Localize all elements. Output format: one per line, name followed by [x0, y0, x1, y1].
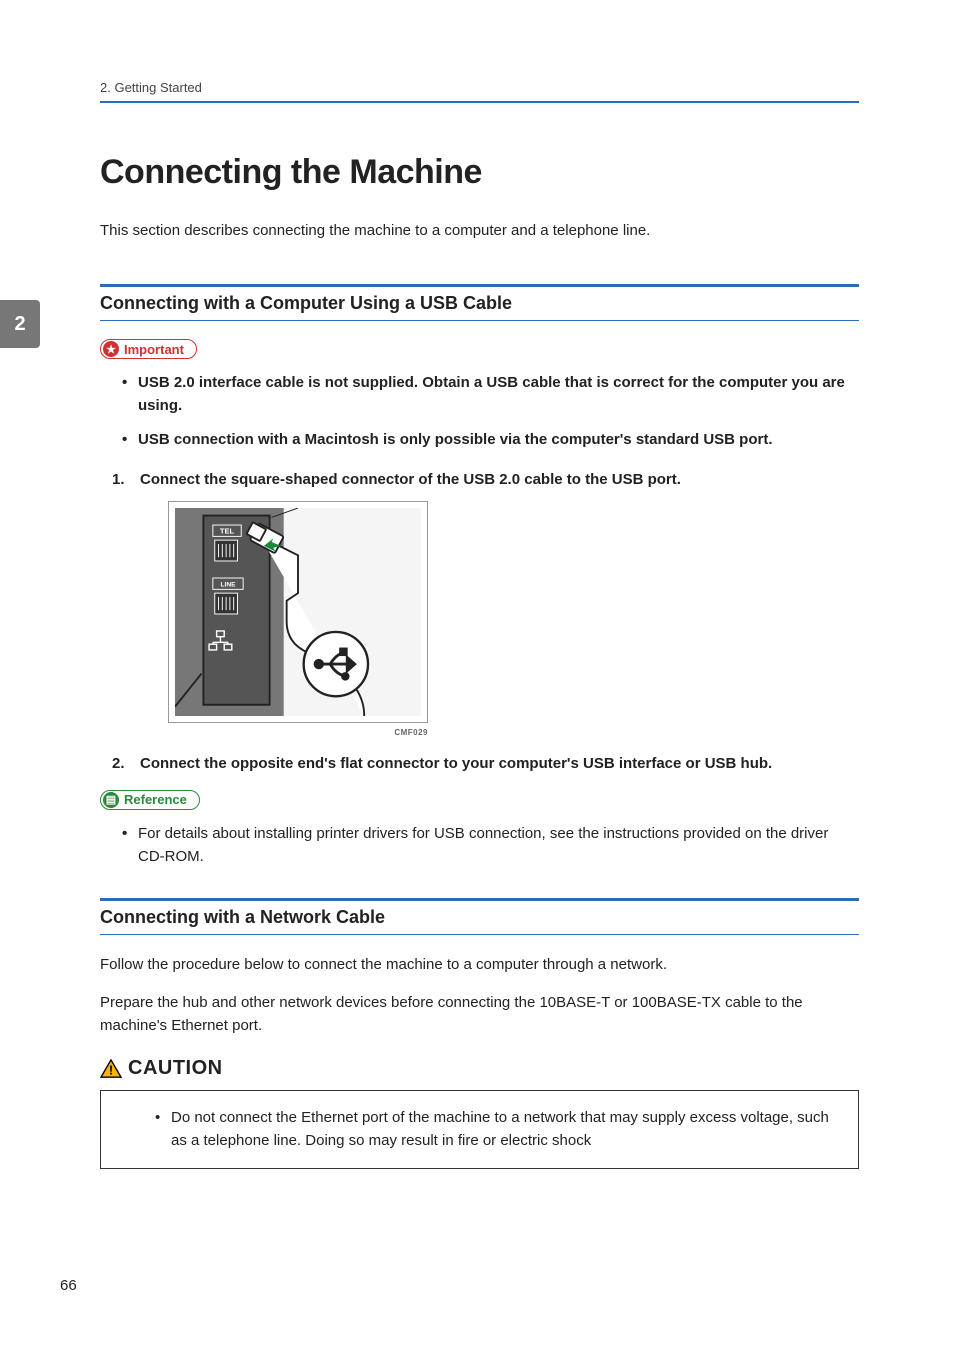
network-para-1: Follow the procedure below to connect th…: [100, 953, 859, 976]
step-text: Connect the square-shaped connector of t…: [140, 471, 681, 488]
list-item: USB connection with a Macintosh is only …: [138, 428, 859, 451]
caution-box: Do not connect the Ethernet port of the …: [100, 1090, 859, 1169]
step-item: Connect the square-shaped connector of t…: [112, 469, 859, 740]
page-number: 66: [60, 1277, 77, 1294]
important-list: USB 2.0 interface cable is not supplied.…: [100, 371, 859, 451]
step-item: Connect the opposite end's flat connecto…: [112, 753, 859, 776]
doc-icon: ▤: [103, 792, 119, 808]
page-title: Connecting the Machine: [100, 153, 859, 192]
reference-list: For details about installing printer dri…: [100, 822, 859, 869]
steps-list: Connect the square-shaped connector of t…: [100, 469, 859, 776]
step-text: Connect the opposite end's flat connecto…: [140, 755, 772, 772]
figure-usb-port: TEL LINE: [168, 501, 428, 723]
chapter-tab: 2: [0, 300, 40, 348]
page-content: 2. Getting Started Connecting the Machin…: [0, 0, 954, 1169]
svg-text:LINE: LINE: [220, 582, 236, 589]
caution-item: Do not connect the Ethernet port of the …: [171, 1107, 838, 1152]
list-item: For details about installing printer dri…: [138, 822, 859, 869]
important-label: Important: [124, 342, 184, 357]
svg-text:!: !: [109, 1062, 113, 1077]
section-heading-network: Connecting with a Network Cable: [100, 898, 859, 935]
section-heading-usb: Connecting with a Computer Using a USB C…: [100, 284, 859, 321]
figure-code: CMF029: [168, 727, 428, 739]
usb-port-illustration: TEL LINE: [175, 508, 421, 716]
network-para-2: Prepare the hub and other network device…: [100, 991, 859, 1038]
reference-label: Reference: [124, 792, 187, 807]
star-icon: ★: [103, 341, 119, 357]
important-badge: ★ Important: [100, 339, 197, 359]
reference-badge: ▤ Reference: [100, 790, 200, 810]
caution-heading: ! CAUTION: [100, 1057, 223, 1080]
list-item: USB 2.0 interface cable is not supplied.…: [138, 371, 859, 418]
svg-text:TEL: TEL: [220, 527, 235, 536]
breadcrumb: 2. Getting Started: [100, 80, 859, 103]
warning-triangle-icon: !: [100, 1059, 122, 1079]
intro-paragraph: This section describes connecting the ma…: [100, 222, 859, 239]
caution-label-text: CAUTION: [128, 1057, 223, 1080]
